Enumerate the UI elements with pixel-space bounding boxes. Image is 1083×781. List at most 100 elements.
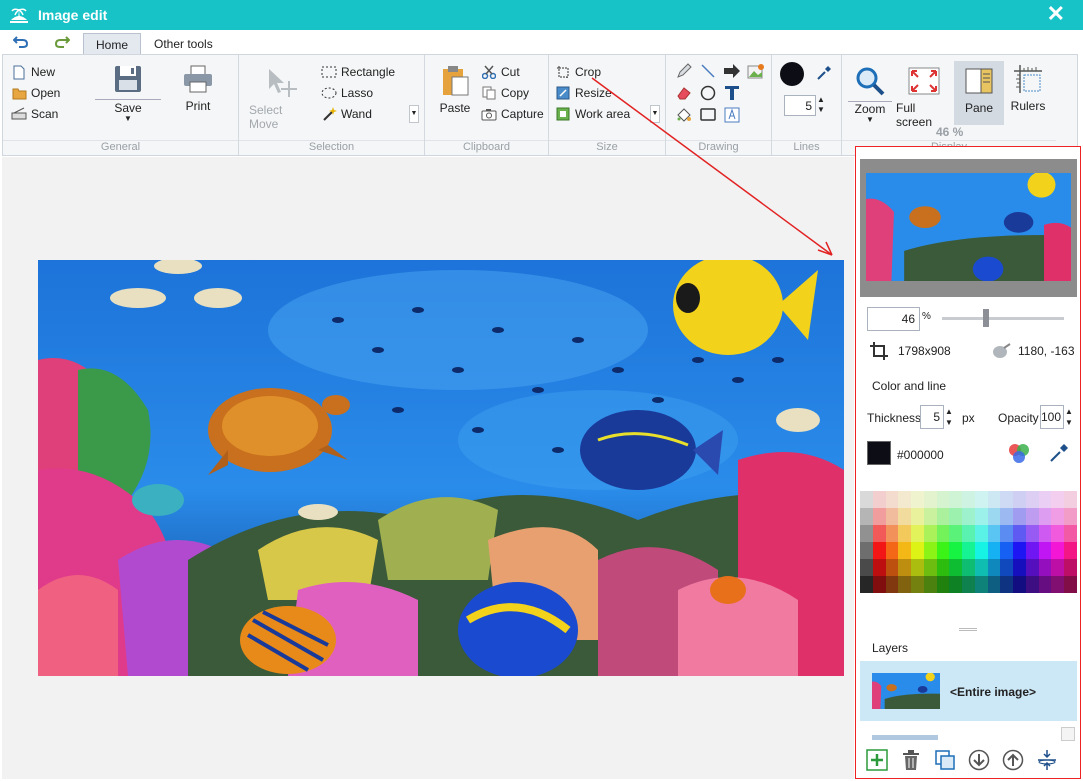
arrow-tool-icon[interactable] <box>722 61 742 81</box>
palette-swatch[interactable] <box>898 525 912 542</box>
palette-swatch[interactable] <box>860 491 873 508</box>
color-swatch-button[interactable] <box>780 62 804 86</box>
thickness-spinner[interactable]: ▲ ▼ <box>945 406 953 428</box>
save-button[interactable]: Save ▼ <box>93 61 163 123</box>
palette-swatch[interactable] <box>987 491 1001 508</box>
palette-swatch[interactable] <box>936 491 950 508</box>
palette-swatch[interactable] <box>962 491 975 508</box>
text-tool-icon[interactable] <box>722 83 742 103</box>
crop-button[interactable]: Crop <box>555 63 601 81</box>
palette-swatch[interactable] <box>911 542 924 559</box>
tab-other-tools[interactable]: Other tools <box>142 33 225 55</box>
palette-swatch[interactable] <box>923 508 937 525</box>
palette-swatch[interactable] <box>911 559 924 576</box>
thickness-input[interactable]: 5 <box>920 405 944 429</box>
palette-swatch[interactable] <box>1051 525 1065 542</box>
palette-swatch[interactable] <box>1064 525 1077 542</box>
palette-swatch[interactable] <box>898 491 912 508</box>
palette-swatch[interactable] <box>1051 491 1065 508</box>
palette-swatch[interactable] <box>860 576 873 593</box>
palette-swatch[interactable] <box>923 542 937 559</box>
palette-swatch[interactable] <box>936 576 950 593</box>
undo-icon[interactable] <box>10 32 32 52</box>
palette-swatch[interactable] <box>872 542 886 559</box>
palette-swatch[interactable] <box>872 525 886 542</box>
work-area-button[interactable]: Work area <box>555 105 630 123</box>
palette-swatch[interactable] <box>1000 491 1014 508</box>
palette-swatch[interactable] <box>885 508 899 525</box>
wand-button[interactable]: Wand <box>321 105 372 123</box>
palette-swatch[interactable] <box>1025 559 1039 576</box>
palette-swatch[interactable] <box>860 542 873 559</box>
palette-swatch[interactable] <box>923 491 937 508</box>
palette-swatch[interactable] <box>987 508 1001 525</box>
capture-button[interactable]: Capture <box>481 105 544 123</box>
palette-swatch[interactable] <box>949 508 963 525</box>
opacity-input[interactable]: 100 <box>1040 405 1064 429</box>
color-wheel-icon[interactable] <box>1007 441 1031 465</box>
delete-layer-icon[interactable] <box>898 747 924 773</box>
palette-swatch[interactable] <box>898 576 912 593</box>
palette-swatch[interactable] <box>1000 576 1014 593</box>
save-dropdown-icon[interactable]: ▼ <box>124 115 132 123</box>
palette-swatch[interactable] <box>1013 576 1026 593</box>
palette-swatch[interactable] <box>898 508 912 525</box>
select-move-button[interactable]: Select Move <box>249 65 313 131</box>
scan-button[interactable]: Scan <box>11 105 58 123</box>
palette-swatch[interactable] <box>911 491 924 508</box>
pane-button[interactable]: Pane <box>954 61 1004 125</box>
palette-swatch[interactable] <box>1064 491 1077 508</box>
palette-swatch[interactable] <box>885 542 899 559</box>
palette-swatch[interactable] <box>949 525 963 542</box>
color-palette[interactable] <box>860 491 1077 593</box>
line-width-input[interactable]: 5 <box>784 95 816 116</box>
size-dropdown-icon[interactable]: ▼ <box>650 105 660 123</box>
palette-swatch[interactable] <box>898 542 912 559</box>
edited-image[interactable] <box>38 260 844 676</box>
palette-swatch[interactable] <box>1025 525 1039 542</box>
cut-button[interactable]: Cut <box>481 63 520 81</box>
palette-swatch[interactable] <box>962 559 975 576</box>
palette-swatch[interactable] <box>1025 576 1039 593</box>
palette-swatch[interactable] <box>962 525 975 542</box>
palette-swatch[interactable] <box>987 525 1001 542</box>
new-button[interactable]: New <box>11 63 55 81</box>
palette-swatch[interactable] <box>1013 559 1026 576</box>
palette-swatch[interactable] <box>1038 491 1052 508</box>
palette-swatch[interactable] <box>1064 559 1077 576</box>
palette-swatch[interactable] <box>1025 491 1039 508</box>
palette-swatch[interactable] <box>1064 508 1077 525</box>
palette-swatch[interactable] <box>1038 576 1052 593</box>
palette-swatch[interactable] <box>1013 542 1026 559</box>
zoom-slider-thumb[interactable] <box>983 309 989 327</box>
palette-swatch[interactable] <box>974 491 988 508</box>
palette-swatch[interactable] <box>949 491 963 508</box>
full-screen-button[interactable]: Full screen <box>896 63 952 129</box>
palette-swatch[interactable] <box>974 542 988 559</box>
insert-image-icon[interactable] <box>746 61 766 81</box>
palette-swatch[interactable] <box>872 508 886 525</box>
close-icon[interactable]: ✕ <box>1047 3 1065 25</box>
palette-swatch[interactable] <box>1025 542 1039 559</box>
palette-swatch[interactable] <box>911 508 924 525</box>
palette-swatch[interactable] <box>872 576 886 593</box>
palette-swatch[interactable] <box>872 491 886 508</box>
tab-home[interactable]: Home <box>83 33 142 55</box>
print-button[interactable]: Print <box>173 61 223 113</box>
copy-button[interactable]: Copy <box>481 84 529 102</box>
palette-swatch[interactable] <box>898 559 912 576</box>
open-button[interactable]: Open <box>11 84 60 102</box>
palette-swatch[interactable] <box>860 508 873 525</box>
palette-swatch[interactable] <box>1051 542 1065 559</box>
eraser-icon[interactable] <box>674 83 694 103</box>
palette-swatch[interactable] <box>987 559 1001 576</box>
opacity-spinner[interactable]: ▲ ▼ <box>1065 406 1073 428</box>
palette-swatch[interactable] <box>1051 508 1065 525</box>
layer-scroll-button[interactable] <box>1061 727 1075 741</box>
fill-tool-icon[interactable] <box>674 105 694 125</box>
eyedropper-icon[interactable] <box>814 63 834 83</box>
current-color-swatch[interactable] <box>867 441 891 465</box>
paste-button[interactable]: Paste <box>435 63 475 115</box>
palette-swatch[interactable] <box>860 559 873 576</box>
pencil-icon[interactable] <box>674 61 694 81</box>
